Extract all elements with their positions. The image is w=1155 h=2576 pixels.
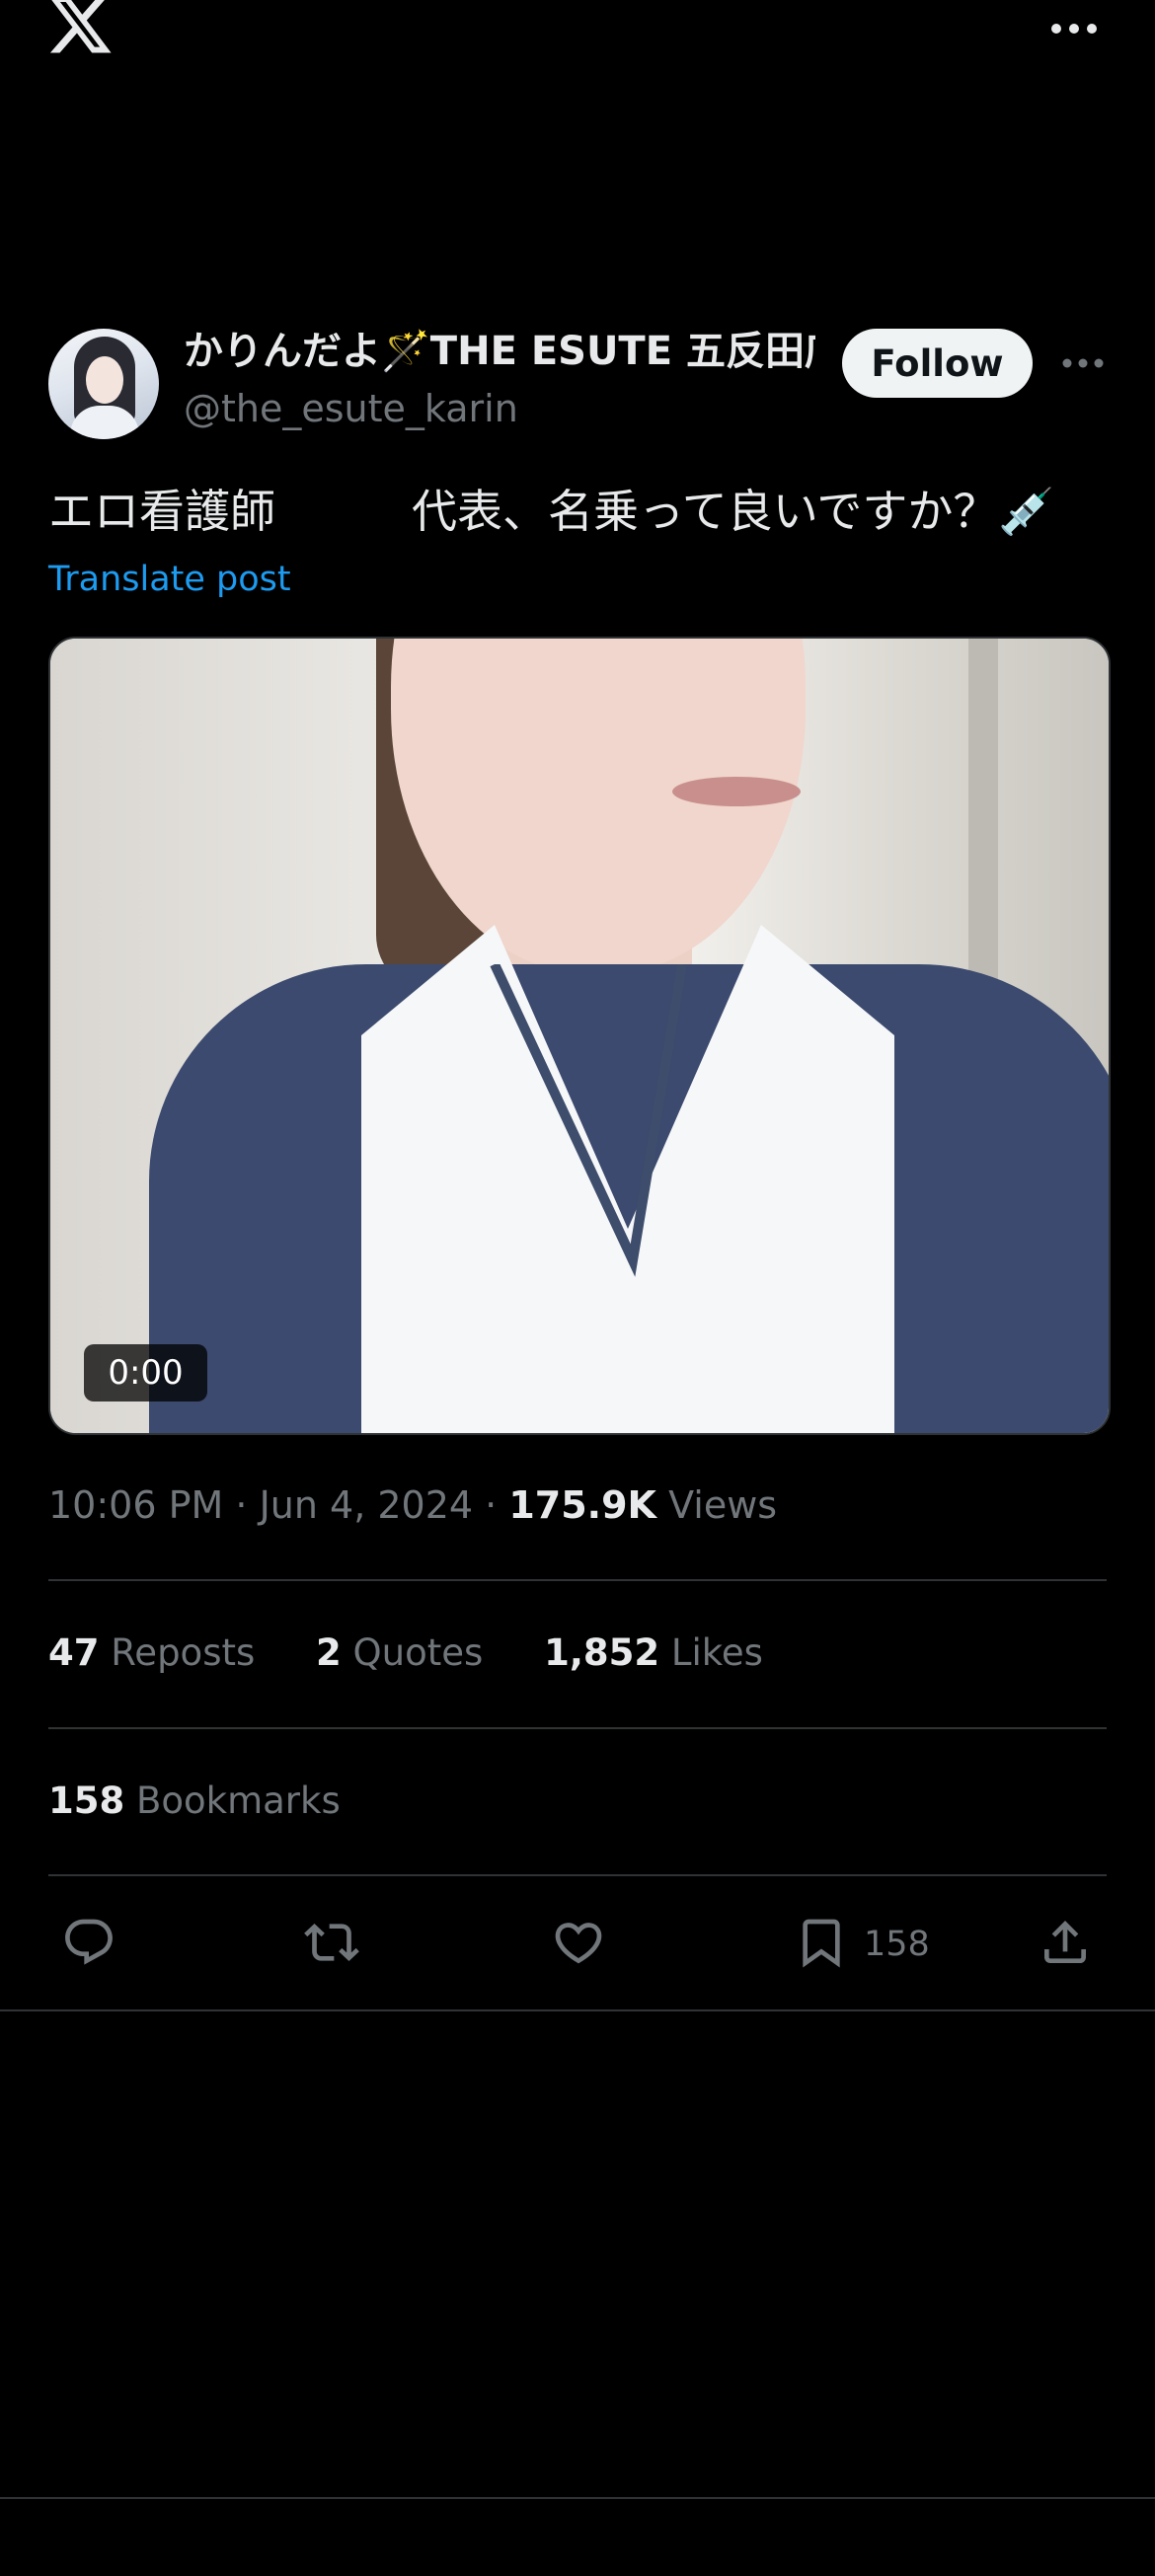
- post-stats: 47 Reposts 2 Quotes 1,852 Likes: [48, 1627, 812, 1680]
- divider: [48, 1874, 1107, 1876]
- divider: [48, 1579, 1107, 1581]
- quotes-stat[interactable]: 2 Quotes: [316, 1631, 483, 1674]
- views-label: Views: [668, 1483, 778, 1527]
- views-count: 175.9K: [508, 1483, 657, 1527]
- divider: [48, 1727, 1107, 1729]
- follow-button[interactable]: Follow: [842, 329, 1033, 398]
- post-more-icon[interactable]: [1061, 350, 1105, 376]
- video-duration: 0:00: [84, 1344, 207, 1402]
- avatar[interactable]: [48, 329, 159, 439]
- bookmark-count: 158: [864, 1925, 930, 1964]
- post-date[interactable]: Jun 4, 2024: [260, 1483, 474, 1527]
- likes-stat[interactable]: 1,852 Likes: [544, 1631, 763, 1674]
- author-display-name[interactable]: かりんだよ🪄THE ESUTE 五反田店: [184, 326, 815, 377]
- post-time[interactable]: 10:06 PM: [48, 1483, 223, 1527]
- like-icon[interactable]: [551, 1915, 606, 1970]
- bookmarks-stat: 158 Bookmarks: [48, 1780, 341, 1822]
- reply-icon[interactable]: [61, 1915, 116, 1970]
- share-icon[interactable]: [1038, 1915, 1093, 1970]
- author-handle[interactable]: @the_esute_karin: [184, 385, 518, 432]
- post-video[interactable]: 0:00: [48, 637, 1111, 1435]
- x-logo-icon[interactable]: [45, 0, 115, 59]
- post-text: エロ看護師 代表、名乗って良いですか？💉: [48, 485, 1055, 538]
- divider: [0, 2497, 1155, 2499]
- reposts-stat[interactable]: 47 Reposts: [48, 1631, 255, 1674]
- post-meta: 10:06 PM · Jun 4, 2024 · 175.9K Views: [48, 1483, 778, 1527]
- divider: [0, 2009, 1155, 2011]
- translate-post-link[interactable]: Translate post: [48, 556, 291, 603]
- repost-icon[interactable]: [304, 1915, 359, 1970]
- bookmark-icon[interactable]: [794, 1915, 849, 1970]
- more-horizontal-icon[interactable]: [1046, 14, 1106, 43]
